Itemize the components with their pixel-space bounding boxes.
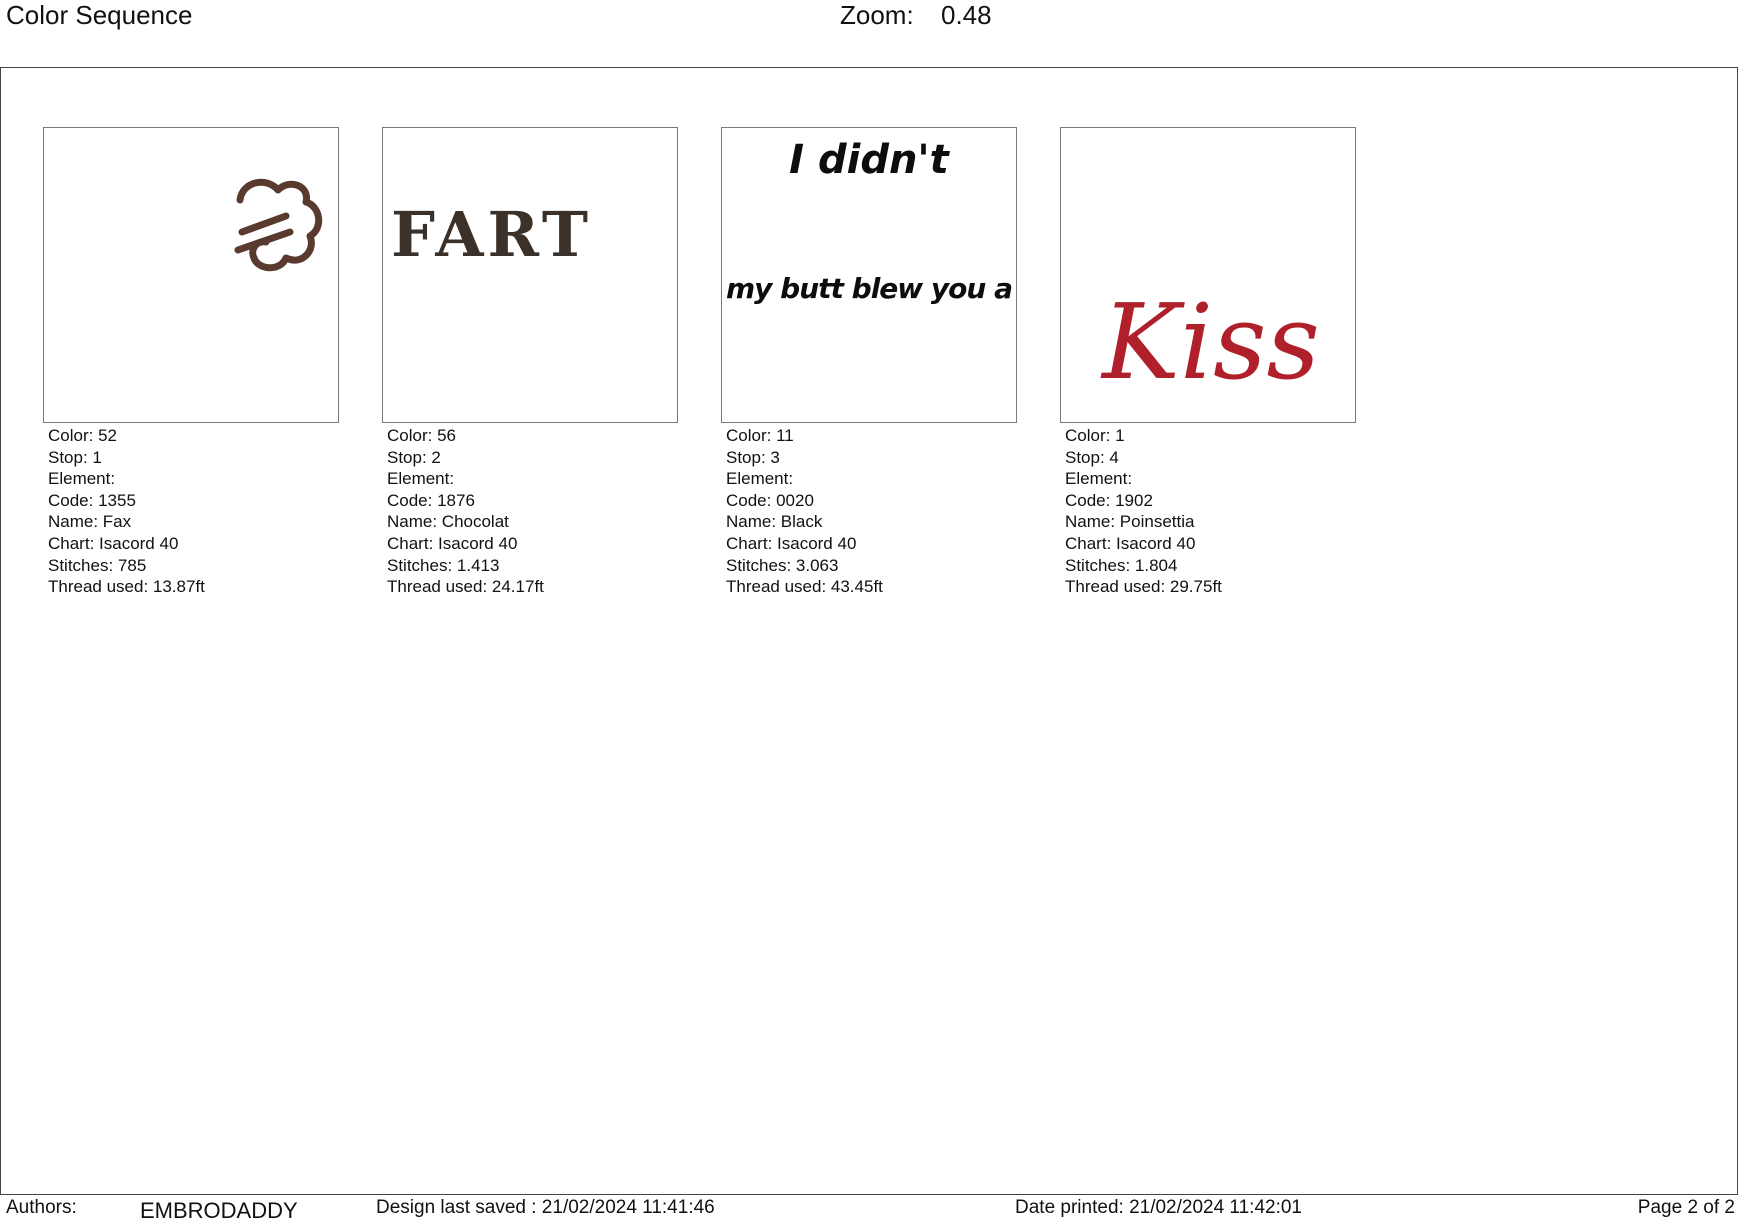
fart-text: FART <box>391 198 592 271</box>
thread-name: Name: Fax <box>48 512 132 532</box>
element-label: Element: <box>726 469 794 489</box>
page-footer: Authors: EMBRODADDY Design last saved : … <box>0 1195 1740 1225</box>
page-number: Page 2 of 2 <box>1637 1197 1735 1218</box>
stitch-count: Stitches: 785 <box>48 555 147 575</box>
stop-number: Stop: 2 <box>387 447 441 467</box>
element-label: Element: <box>48 469 116 489</box>
stop-number: Stop: 4 <box>1065 447 1119 467</box>
kiss-text: Kiss <box>1100 281 1320 403</box>
page-title: Color Sequence <box>6 0 193 30</box>
color-card-1: Color: 52 Stop: 1 Element: Code: 1355 Na… <box>43 127 339 598</box>
color-number: Color: 11 <box>726 426 794 445</box>
color-number: Color: 52 <box>48 426 117 445</box>
thread-used: Thread used: 29.75ft <box>1065 577 1222 597</box>
thread-code: Code: 1902 <box>1065 490 1153 510</box>
color-card-4: Kiss Color: 1 Stop: 4 Element: Code: 190… <box>1060 127 1356 598</box>
stitch-count: Stitches: 1.804 <box>1065 555 1178 575</box>
swatch-preview-1 <box>43 127 339 423</box>
thread-used: Thread used: 43.45ft <box>726 577 883 597</box>
thread-code: Code: 1876 <box>387 490 475 510</box>
authors-value: EMBRODADDY <box>140 1198 298 1223</box>
color-number: Color: 56 <box>387 426 456 445</box>
i-didnt-text: I didn't <box>789 137 951 183</box>
thread-chart: Chart: Isacord 40 <box>1065 533 1196 553</box>
wind-puff-icon <box>234 178 323 272</box>
thread-chart: Chart: Isacord 40 <box>387 533 518 553</box>
design-last-saved: Design last saved : 21/02/2024 11:41:46 <box>376 1197 715 1218</box>
stitch-count: Stitches: 1.413 <box>387 555 500 575</box>
authors-label: Authors: <box>6 1197 77 1218</box>
stitch-count: Stitches: 3.063 <box>726 555 839 575</box>
color-card-3: I didn't my butt blew you a Color: 11 St… <box>721 127 1017 598</box>
zoom-value: 0.48 <box>941 0 992 30</box>
swatch-preview-2: FART <box>382 127 678 423</box>
thread-chart: Chart: Isacord 40 <box>48 533 179 553</box>
element-label: Element: <box>387 469 455 489</box>
swatch-preview-3: I didn't my butt blew you a <box>721 127 1017 423</box>
thread-code: Code: 0020 <box>726 490 814 510</box>
stop-number: Stop: 3 <box>726 447 780 467</box>
thread-used: Thread used: 24.17ft <box>387 577 544 597</box>
element-label: Element: <box>1065 469 1133 489</box>
color-number: Color: 1 <box>1065 426 1125 445</box>
thread-code: Code: 1355 <box>48 490 136 510</box>
swatch-preview-4: Kiss <box>1060 127 1356 423</box>
thread-name: Name: Chocolat <box>387 512 509 532</box>
stop-number: Stop: 1 <box>48 447 102 467</box>
zoom-label: Zoom: <box>840 0 914 30</box>
thread-chart: Chart: Isacord 40 <box>726 533 857 553</box>
thread-name: Name: Poinsettia <box>1065 512 1195 532</box>
thread-used: Thread used: 13.87ft <box>48 577 205 597</box>
color-card-2: FART Color: 56 Stop: 2 Element: Code: 18… <box>382 127 678 598</box>
butt-blew-text: my butt blew you a <box>726 272 1012 305</box>
thread-name: Name: Black <box>726 512 823 532</box>
date-printed: Date printed: 21/02/2024 11:42:01 <box>1015 1197 1302 1218</box>
